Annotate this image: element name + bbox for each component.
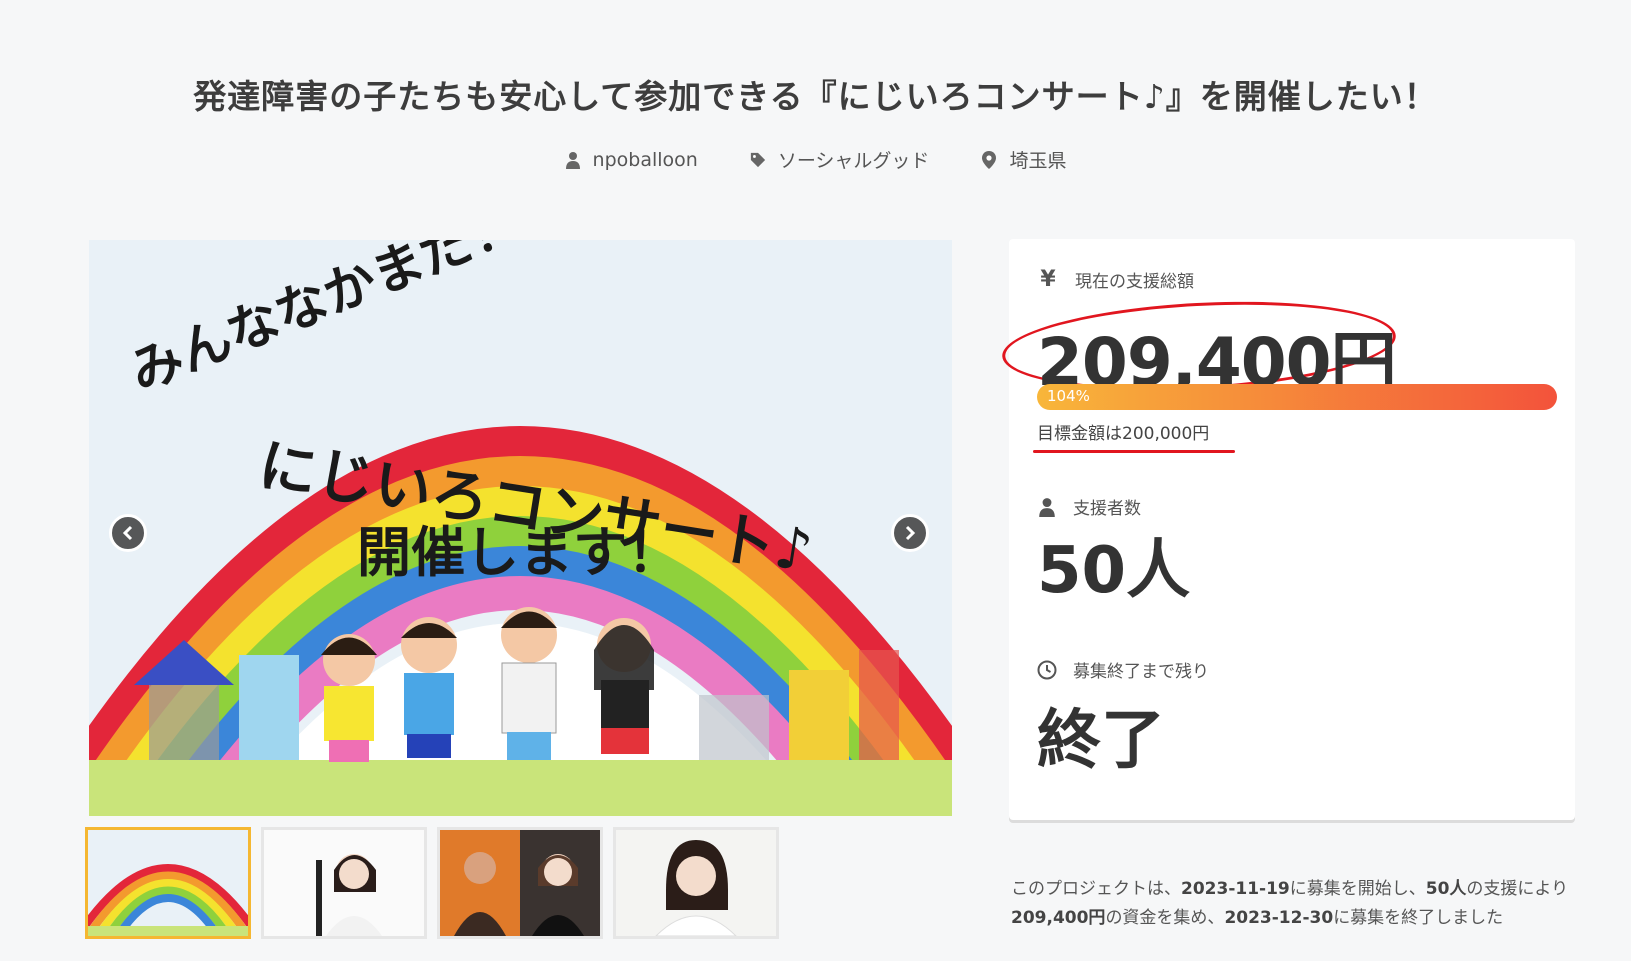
location-link[interactable]: 埼玉県 bbox=[981, 146, 1066, 173]
summary-amount: 209,400円 bbox=[1011, 908, 1106, 928]
supporters-label-row: 支援者数 bbox=[1037, 494, 1141, 519]
summary-end-date: 2023-12-30 bbox=[1224, 908, 1334, 928]
chevron-left-icon bbox=[122, 525, 133, 541]
remaining-label-row: 募集終了まで残り bbox=[1037, 657, 1209, 682]
summary-text-1: このプロジェクトは、 bbox=[1011, 879, 1181, 899]
tag-icon bbox=[750, 152, 765, 167]
total-amount-label-row: ¥ 現在の支援総額 bbox=[1037, 267, 1194, 292]
category-link[interactable]: ソーシャルグッド bbox=[750, 146, 930, 173]
project-page: 発達障害の子たちも安心して参加できる『にじいろコンサート♪』を開催したい！ np… bbox=[0, 0, 1631, 961]
user-icon bbox=[565, 151, 580, 169]
summary-text-3: の支援により bbox=[1466, 879, 1569, 899]
category-name: ソーシャルグッド bbox=[777, 150, 930, 172]
supporters-value: 50人 bbox=[1037, 534, 1191, 608]
red-underline-annotation bbox=[1033, 450, 1235, 453]
chevron-right-icon bbox=[905, 525, 916, 541]
author-link[interactable]: npoballoon bbox=[565, 146, 698, 173]
thumbnail-rainbow-image bbox=[88, 830, 248, 936]
map-pin-icon bbox=[982, 150, 997, 169]
funding-stats-card: ¥ 現在の支援総額 209,400円 104% 目標金額は200,000円 支援… bbox=[1000, 239, 1575, 820]
thumbnail-list bbox=[85, 827, 779, 939]
funding-progress-bar: 104% bbox=[1037, 384, 1557, 410]
supporters-label: 支援者数 bbox=[1073, 499, 1141, 519]
summary-text-2: に募集を開始し、 bbox=[1289, 879, 1426, 899]
yen-icon: ¥ bbox=[1040, 267, 1056, 292]
remaining-value: 終了 bbox=[1037, 704, 1165, 778]
summary-supporters: 50人 bbox=[1425, 879, 1467, 899]
slider-prev-button[interactable] bbox=[109, 514, 147, 552]
project-meta: npoballoon ソーシャルグッド 埼玉県 bbox=[0, 146, 1631, 173]
summary-text-5: に募集を終了しました bbox=[1333, 908, 1504, 928]
thumbnail-4[interactable] bbox=[613, 827, 779, 939]
remaining-label: 募集終了まで残り bbox=[1073, 662, 1209, 682]
summary-text-4: の資金を集め、 bbox=[1105, 908, 1225, 928]
hero-line-3: 開催します！ bbox=[357, 521, 681, 584]
goal-amount-text: 目標金額は200,000円 bbox=[1037, 424, 1210, 444]
user-icon bbox=[1039, 497, 1055, 517]
thumbnail-portrait-image bbox=[616, 830, 776, 936]
thumbnail-duo-image bbox=[440, 830, 600, 936]
project-summary-text: このプロジェクトは、2023-11-19に募集を開始し、50人の支援により 209… bbox=[1011, 875, 1571, 933]
slider-next-button[interactable] bbox=[891, 514, 929, 552]
location-name: 埼玉県 bbox=[1009, 150, 1067, 172]
thumbnail-2[interactable] bbox=[261, 827, 427, 939]
thumbnail-1[interactable] bbox=[85, 827, 251, 939]
thumbnail-3[interactable] bbox=[437, 827, 603, 939]
total-amount-label: 現在の支援総額 bbox=[1075, 272, 1194, 292]
page-title: 発達障害の子たちも安心して参加できる『にじいろコンサート♪』を開催したい！ bbox=[193, 77, 1438, 116]
progress-percent: 104% bbox=[1047, 387, 1090, 405]
thumbnail-performer-image bbox=[264, 830, 424, 936]
author-name: npoballoon bbox=[592, 148, 698, 171]
clock-icon bbox=[1037, 660, 1057, 679]
main-image-slider[interactable]: みんななかまだ！ にじいろコンサート♪ 開催します！ bbox=[89, 240, 952, 816]
summary-start-date: 2023-11-19 bbox=[1181, 879, 1290, 899]
